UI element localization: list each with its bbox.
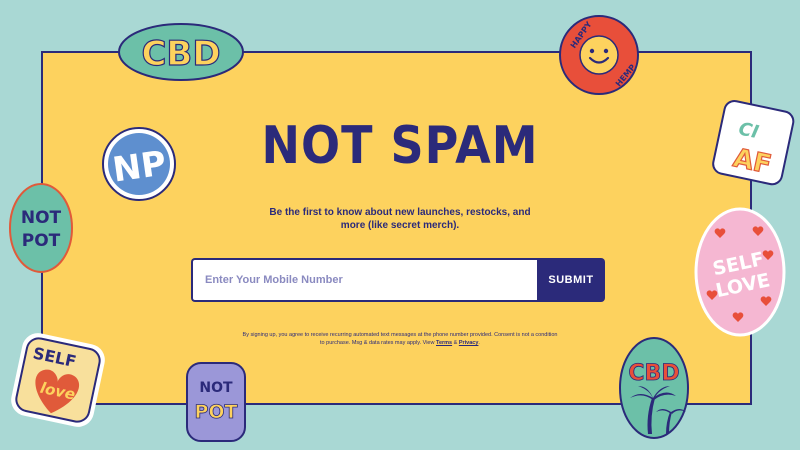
legal-text: By signing up, you agree to receive recu… (242, 332, 558, 346)
not-pot-sticker-bottom: NOT POT (186, 362, 246, 442)
subtitle: Be the first to know about new launches,… (269, 207, 531, 231)
mobile-number-input[interactable] (191, 258, 537, 302)
happy-hemp-sticker: HAPPY HEMP (558, 14, 640, 96)
self-love-sticker-left: SELF love (10, 332, 106, 428)
np-label: NP (110, 143, 168, 190)
pot-label: POT (22, 231, 61, 251)
privacy-link[interactable]: Privacy (459, 340, 479, 346)
cbd-sticker-top: CBD (117, 22, 245, 82)
not-label: NOT (199, 380, 233, 396)
ai-sticker: CI AF (712, 99, 798, 188)
submit-button[interactable]: SUBMIT (537, 258, 605, 302)
cbd-label: CBD (141, 34, 220, 74)
not-pot-sticker-left: NOT POT (8, 182, 74, 274)
signup-form: SUBMIT (191, 258, 605, 302)
pot-label: POT (194, 401, 237, 423)
legal-end: . (478, 340, 480, 346)
smiley-icon (579, 35, 619, 75)
cbd-label: CBD (628, 361, 679, 386)
terms-link[interactable]: Terms (436, 340, 452, 346)
self-love-sticker-right: SELF LOVE (694, 206, 786, 338)
np-sticker: NP (101, 126, 177, 202)
cbd-palm-sticker: CBD (618, 336, 690, 440)
legal-disclaimer: By signing up, you agree to receive recu… (240, 331, 560, 347)
not-label: NOT (21, 208, 62, 228)
legal-joiner: & (452, 340, 459, 346)
